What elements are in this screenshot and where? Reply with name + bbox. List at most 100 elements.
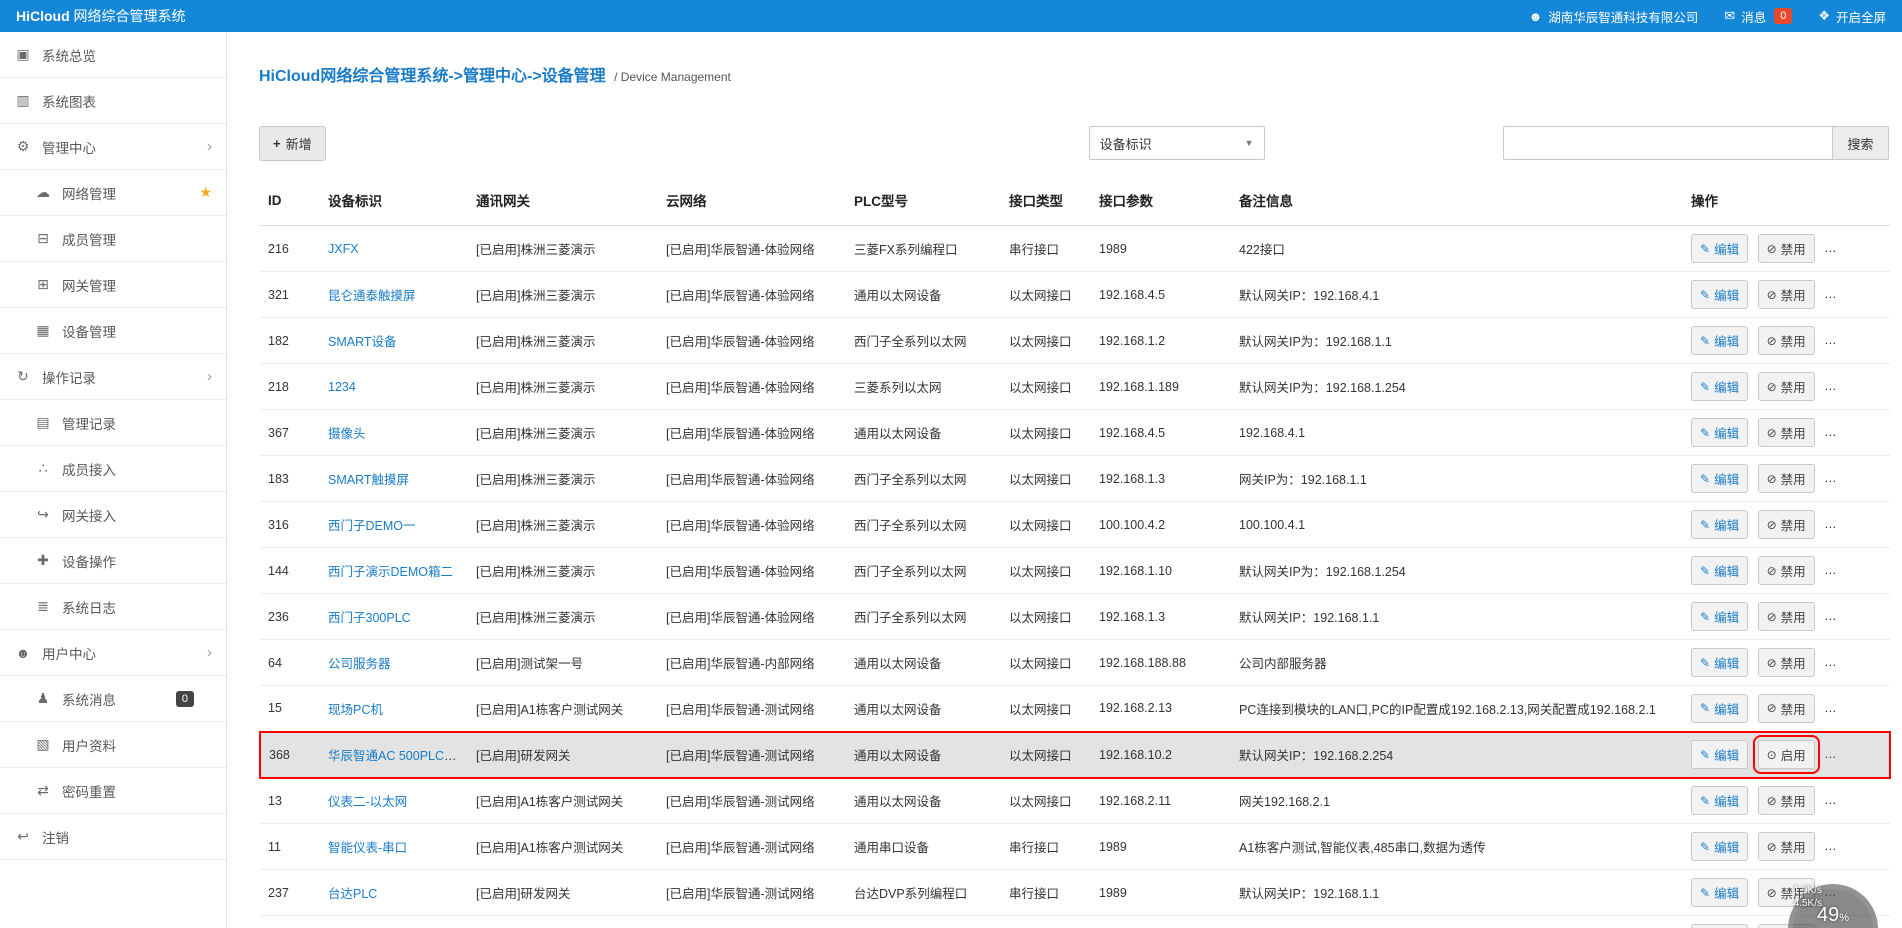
toggle-button[interactable]: ⊘禁用 [1758, 832, 1815, 861]
device-link[interactable]: 昆仑通泰触摸屏 [328, 289, 416, 303]
delete-button[interactable]: 删除 [1824, 510, 1882, 539]
column-header: 接口类型 [1001, 174, 1091, 226]
edit-button[interactable]: ✎编辑 [1691, 418, 1748, 447]
delete-button[interactable]: 删除 [1824, 740, 1882, 769]
search-button[interactable]: 搜索 [1833, 126, 1889, 160]
cell-device: 1234 [320, 364, 468, 410]
sidebar-item-partial-item[interactable] [0, 860, 226, 890]
device-link[interactable]: SMART设备 [328, 335, 397, 349]
sidebar-item-member-access[interactable]: ∴ 成员接入 [0, 446, 226, 492]
sidebar-item-operation-records[interactable]: ↻ 操作记录 › [0, 354, 226, 400]
edit-button[interactable]: ✎编辑 [1691, 694, 1748, 723]
toggle-button[interactable]: ⊘禁用 [1758, 418, 1815, 447]
device-link[interactable]: 公司服务器 [328, 657, 391, 671]
device-link[interactable]: JXFX [328, 242, 359, 256]
cell-note: 默认网关IP为：192.168.1.254 [1231, 548, 1683, 594]
delete-button[interactable]: 删除 [1824, 326, 1882, 355]
device-link[interactable]: 摄像头 [328, 427, 366, 441]
messages-menu[interactable]: ✉ 消息 0 [1724, 7, 1792, 26]
edit-button[interactable]: ✎编辑 [1691, 878, 1748, 907]
toggle-button[interactable]: ⊘禁用 [1758, 556, 1815, 585]
sidebar-item-device-management[interactable]: ▦ 设备管理 [0, 308, 226, 354]
edit-button[interactable]: ✎编辑 [1691, 556, 1748, 585]
edit-button[interactable]: ✎编辑 [1691, 648, 1748, 677]
cell-actions: ✎编辑 ⊘禁用 删除 [1683, 318, 1890, 364]
device-link[interactable]: 西门子300PLC [328, 611, 411, 625]
delete-button[interactable]: 删除 [1824, 648, 1882, 677]
toggle-button[interactable]: ⊘禁用 [1758, 602, 1815, 631]
delete-button[interactable]: 删除 [1824, 464, 1882, 493]
device-link[interactable]: 智能仪表-串口 [328, 841, 407, 855]
sidebar-item-system-logs[interactable]: ≣ 系统日志 [0, 584, 226, 630]
device-link[interactable]: 现场PC机 [328, 703, 383, 717]
device-link[interactable]: 西门子DEMO一 [328, 519, 416, 533]
cell-interface-type: 以太网接口 [1001, 502, 1091, 548]
toggle-button[interactable]: ⊘禁用 [1758, 464, 1815, 493]
delete-button[interactable]: 删除 [1824, 602, 1882, 631]
edit-button[interactable]: ✎编辑 [1691, 740, 1748, 769]
edit-button[interactable]: ✎编辑 [1691, 602, 1748, 631]
cell-actions: ✎编辑 ⊘禁用 删除 [1683, 548, 1890, 594]
sidebar-item-system-charts[interactable]: ▥ 系统图表 [0, 78, 226, 124]
sidebar-item-password-reset[interactable]: ⇄ 密码重置 [0, 768, 226, 814]
sidebar-item-system-messages[interactable]: ♟ 系统消息 0 [0, 676, 226, 722]
delete-button[interactable]: 删除 [1824, 234, 1882, 263]
device-link[interactable]: SMART触摸屏 [328, 473, 409, 487]
delete-button[interactable]: 删除 [1824, 280, 1882, 309]
edit-button[interactable]: ✎编辑 [1691, 464, 1748, 493]
cell-id: 367 [260, 410, 320, 456]
delete-button[interactable]: 删除 [1824, 556, 1882, 585]
search-input[interactable] [1503, 126, 1833, 160]
delete-button[interactable]: 删除 [1824, 694, 1882, 723]
toggle-button[interactable]: ⊘禁用 [1758, 372, 1815, 401]
device-link[interactable]: 台达PLC [328, 887, 377, 901]
edit-button[interactable]: ✎编辑 [1691, 280, 1748, 309]
device-link[interactable]: 1234 [328, 380, 356, 394]
ban-icon: ⊘ [1767, 243, 1777, 255]
sidebar-item-label: 用户资料 [62, 735, 116, 755]
delete-button[interactable]: 删除 [1824, 418, 1882, 447]
device-link[interactable]: 仪表二-以太网 [328, 795, 407, 809]
edit-button[interactable]: ✎编辑 [1691, 832, 1748, 861]
cell-network: [已启用]华辰智通-测试网络 [658, 778, 846, 824]
toggle-button[interactable]: ⊘禁用 [1758, 510, 1815, 539]
sidebar-item-gateway-management[interactable]: ⊞ 网关管理 [0, 262, 226, 308]
sidebar-item-management-records[interactable]: ▤ 管理记录 [0, 400, 226, 446]
sidebar-item-member-management[interactable]: ⊟ 成员管理 [0, 216, 226, 262]
edit-button[interactable]: ✎编辑 [1691, 326, 1748, 355]
delete-button[interactable]: 删除 [1824, 786, 1882, 815]
device-link[interactable]: 华辰智通AC 500PLC001 [328, 749, 465, 763]
add-device-button[interactable]: +新增 [259, 126, 326, 161]
edit-button[interactable]: ✎编辑 [1691, 372, 1748, 401]
sidebar: ▣ 系统总览 ▥ 系统图表 ⚙ 管理中心 › ☁ 网络管理 ★ ⊟ 成员管理 ⊞… [0, 32, 227, 928]
delete-button[interactable]: 删除 [1824, 832, 1882, 861]
edit-button[interactable]: ✎编辑 [1691, 786, 1748, 815]
sidebar-item-gateway-access[interactable]: ↪ 网关接入 [0, 492, 226, 538]
device-link[interactable]: 西门子演示DEMO箱二 [328, 565, 453, 579]
toggle-button[interactable]: ⊘禁用 [1758, 280, 1815, 309]
company-menu[interactable]: ☻ 湖南华辰智通科技有限公司 [1529, 7, 1699, 26]
download-speed: 4.5K/s [1794, 897, 1822, 910]
sidebar-item-management-center[interactable]: ⚙ 管理中心 › [0, 124, 226, 170]
sidebar-item-device-operations[interactable]: ✚ 设备操作 [0, 538, 226, 584]
toggle-button[interactable]: ⊘禁用 [1758, 648, 1815, 677]
sidebar-item-user-center[interactable]: ☻ 用户中心 › [0, 630, 226, 676]
sidebar-item-user-profile[interactable]: ▧ 用户资料 [0, 722, 226, 768]
edit-button[interactable]: ✎编辑 [1691, 924, 1748, 928]
toggle-button[interactable]: ⊘禁用 [1758, 694, 1815, 723]
toggle-button[interactable]: ⊘禁用 [1758, 234, 1815, 263]
toggle-button[interactable]: ⊙启用 [1758, 740, 1815, 769]
filter-select[interactable]: 设备标识 ▼ [1089, 126, 1265, 160]
cell-interface-param: 192.168.4.5 [1091, 272, 1231, 318]
cell-actions: ✎编辑 ⊘禁用 删除 [1683, 502, 1890, 548]
toggle-button[interactable]: ⊘禁用 [1758, 786, 1815, 815]
sidebar-item-logout[interactable]: ↩ 注销 [0, 814, 226, 860]
edit-button[interactable]: ✎编辑 [1691, 510, 1748, 539]
sidebar-item-system-overview[interactable]: ▣ 系统总览 [0, 32, 226, 78]
toggle-button[interactable]: ⊘禁用 [1758, 326, 1815, 355]
delete-button[interactable]: 删除 [1824, 372, 1882, 401]
fullscreen-toggle[interactable]: ❖ 开启全屏 [1818, 7, 1886, 26]
edit-button[interactable]: ✎编辑 [1691, 234, 1748, 263]
trash-icon [1833, 473, 1844, 485]
sidebar-item-network-management[interactable]: ☁ 网络管理 ★ [0, 170, 226, 216]
